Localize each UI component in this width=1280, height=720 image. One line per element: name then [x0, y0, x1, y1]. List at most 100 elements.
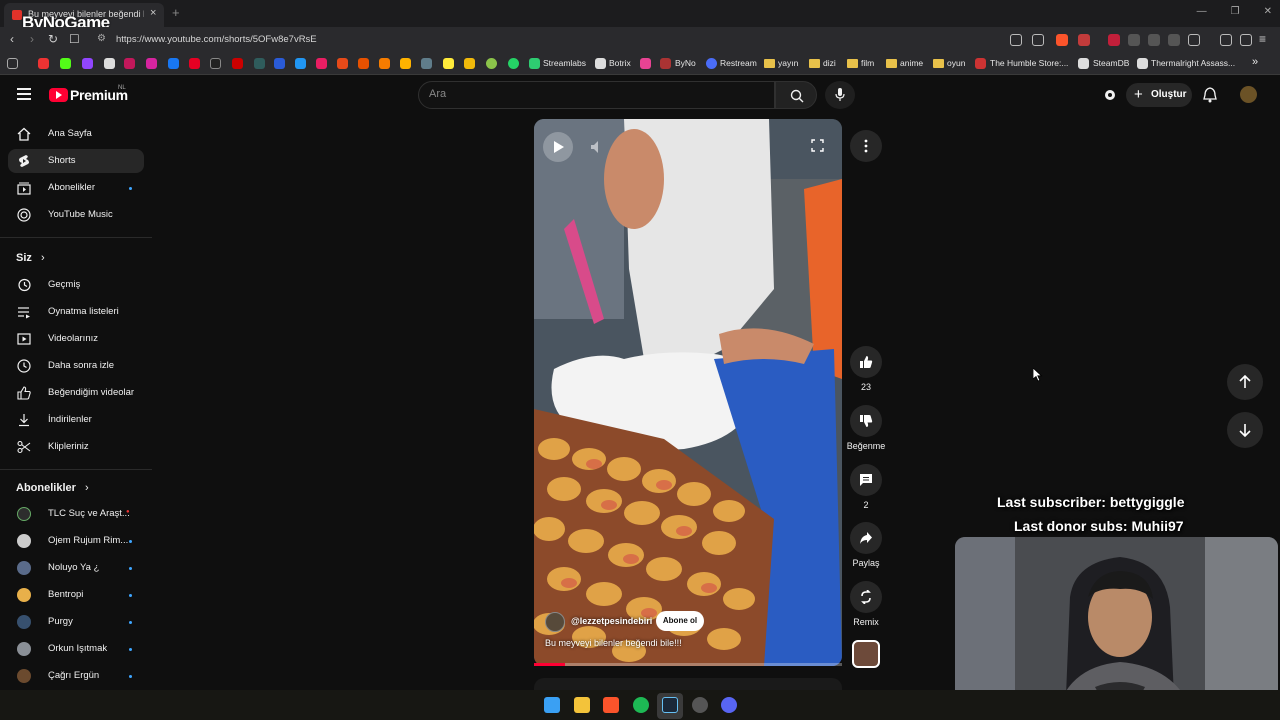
subscription-channel[interactable]: Purgy: [8, 610, 144, 634]
hamburger-menu-icon[interactable]: [17, 88, 31, 100]
you-section-heading[interactable]: Siz ›: [16, 252, 45, 264]
cast-icon[interactable]: [1010, 34, 1022, 46]
sidebar-item-playlists[interactable]: Oynatma listeleri: [8, 300, 144, 324]
file-explorer-icon[interactable]: [574, 697, 590, 713]
bookmark-icon[interactable]: [486, 58, 497, 69]
extension-gear-icon[interactable]: [1103, 88, 1117, 102]
new-tab-button[interactable]: +: [172, 5, 180, 20]
leo-ai-icon[interactable]: [1240, 34, 1252, 46]
bookmark-thermalright[interactable]: Thermalright Assass...: [1151, 58, 1235, 68]
voice-search-button[interactable]: [825, 81, 855, 109]
bookmark-streamlabs[interactable]: Streamlabs: [543, 58, 586, 68]
bookmark-folder-film[interactable]: film: [861, 58, 874, 68]
mute-button[interactable]: [583, 132, 613, 162]
sidebar-item-youtube-music[interactable]: YouTube Music: [8, 203, 144, 227]
bookmark-folder-dizi[interactable]: dizi: [823, 58, 836, 68]
tab-close-button[interactable]: ×: [150, 7, 156, 19]
extension-icon[interactable]: [1108, 34, 1120, 46]
brave-icon[interactable]: [603, 697, 619, 713]
close-window-button[interactable]: ✕: [1264, 6, 1272, 17]
sidebar-toggle-icon[interactable]: [1188, 34, 1200, 46]
bookmark-icon[interactable]: [124, 58, 135, 69]
bookmark-x-icon[interactable]: [104, 58, 115, 69]
youtube-logo-icon[interactable]: [49, 88, 68, 102]
bookmark-icon[interactable]: ☐: [69, 32, 80, 46]
bookmark-icon[interactable]: [295, 58, 306, 69]
bookmark-folder-yayin[interactable]: yayın: [778, 58, 798, 68]
bookmark-icon[interactable]: [254, 58, 265, 69]
subscribe-button[interactable]: Abone ol: [656, 611, 704, 631]
spotify-icon[interactable]: [633, 697, 649, 713]
apps-grid-icon[interactable]: [7, 58, 18, 69]
extension-icon[interactable]: [1148, 34, 1160, 46]
previous-short-button[interactable]: [1227, 364, 1263, 400]
more-options-button[interactable]: [850, 130, 882, 162]
subscription-channel[interactable]: Noluyo Ya ¿: [8, 556, 144, 580]
creator-avatar[interactable]: [545, 612, 565, 632]
remix-button[interactable]: [850, 581, 882, 613]
brave-shields-icon[interactable]: [1056, 34, 1068, 46]
bookmark-folder-anime[interactable]: anime: [900, 58, 923, 68]
bookmark-icon[interactable]: [660, 58, 671, 69]
sidebar-item-your-videos[interactable]: Videolarınız: [8, 327, 144, 351]
address-bar[interactable]: https://www.youtube.com/shorts/5OFw8e7vR…: [116, 34, 317, 45]
sidebar-item-history[interactable]: Geçmiş: [8, 273, 144, 297]
bookmark-icon[interactable]: [274, 58, 285, 69]
steam-icon[interactable]: [662, 697, 678, 713]
subscriptions-section-heading[interactable]: Abonelikler ›: [16, 482, 89, 494]
bookmark-binance-icon[interactable]: [464, 58, 475, 69]
next-short-button[interactable]: [1227, 412, 1263, 448]
subscription-channel[interactable]: Çağrı Ergün: [8, 664, 144, 688]
search-input[interactable]: [429, 88, 759, 100]
bookmark-botrix[interactable]: Botrix: [609, 58, 631, 68]
sidebar-item-home[interactable]: Ana Sayfa: [8, 122, 144, 146]
site-info-icon[interactable]: ⚙: [97, 33, 106, 44]
maximize-button[interactable]: ❐: [1231, 6, 1240, 17]
back-icon[interactable]: ‹: [10, 32, 14, 46]
bookmark-humble-store[interactable]: The Humble Store:...: [990, 58, 1068, 68]
bookmark-youtube-icon[interactable]: [38, 58, 49, 69]
play-button[interactable]: [543, 132, 573, 162]
search-button[interactable]: [775, 81, 817, 109]
bookmark-restream[interactable]: Restream: [720, 58, 757, 68]
reload-icon[interactable]: ↻: [48, 32, 58, 46]
short-title[interactable]: Bu meyveyi bilenler beğendi bile!!!: [545, 638, 682, 648]
dislike-button[interactable]: [850, 405, 882, 437]
bookmark-whatsapp-icon[interactable]: [508, 58, 519, 69]
video-progress-bar[interactable]: [534, 663, 842, 666]
sidebar-item-clips[interactable]: Klipleriniz: [8, 435, 144, 459]
bookmark-icon[interactable]: [421, 58, 432, 69]
share-page-icon[interactable]: [1032, 34, 1044, 46]
account-avatar[interactable]: [1240, 86, 1257, 103]
bookmark-icon[interactable]: [358, 58, 369, 69]
original-sound-thumbnail[interactable]: [852, 640, 880, 668]
create-button[interactable]: + Oluştur: [1126, 83, 1192, 107]
bookmark-kick-icon[interactable]: [60, 58, 71, 69]
bookmark-twitch-icon[interactable]: [82, 58, 93, 69]
bookmark-facebook-icon[interactable]: [168, 58, 179, 69]
creator-handle[interactable]: @lezzetpesindebiri: [571, 616, 652, 626]
subscription-channel[interactable]: Bentropi: [8, 583, 144, 607]
bookmark-steamdb[interactable]: SteamDB: [1093, 58, 1129, 68]
shorts-video-player[interactable]: [534, 119, 842, 666]
like-button[interactable]: [850, 346, 882, 378]
minimize-button[interactable]: —: [1197, 6, 1207, 17]
share-button[interactable]: [850, 522, 882, 554]
sidebar-item-subscriptions[interactable]: Abonelikler: [8, 176, 144, 200]
brave-rewards-icon[interactable]: [1078, 34, 1090, 46]
sidebar-item-liked-videos[interactable]: Beğendiğim videolar: [8, 381, 144, 405]
sidebar-item-shorts[interactable]: Shorts: [8, 149, 144, 173]
bookmark-pinterest-icon[interactable]: [189, 58, 200, 69]
bookmark-byno[interactable]: ByNo: [675, 58, 696, 68]
bookmark-icon[interactable]: [443, 58, 454, 69]
forward-icon[interactable]: ›: [30, 32, 34, 46]
subscription-channel[interactable]: TLC Suç ve Araşt... ●: [8, 502, 144, 526]
notifications-bell-icon[interactable]: [1203, 87, 1217, 103]
sidebar-item-watch-later[interactable]: Daha sonra izle: [8, 354, 144, 378]
subscription-channel[interactable]: Ojem Rujum Rim...: [8, 529, 144, 553]
subscription-channel[interactable]: Orkun Işıtmak: [8, 637, 144, 661]
fullscreen-icon[interactable]: [811, 139, 824, 152]
windows-start-icon[interactable]: [544, 697, 560, 713]
sidebar-item-downloads[interactable]: İndirilenler: [8, 408, 144, 432]
extension-icon[interactable]: [1128, 34, 1140, 46]
